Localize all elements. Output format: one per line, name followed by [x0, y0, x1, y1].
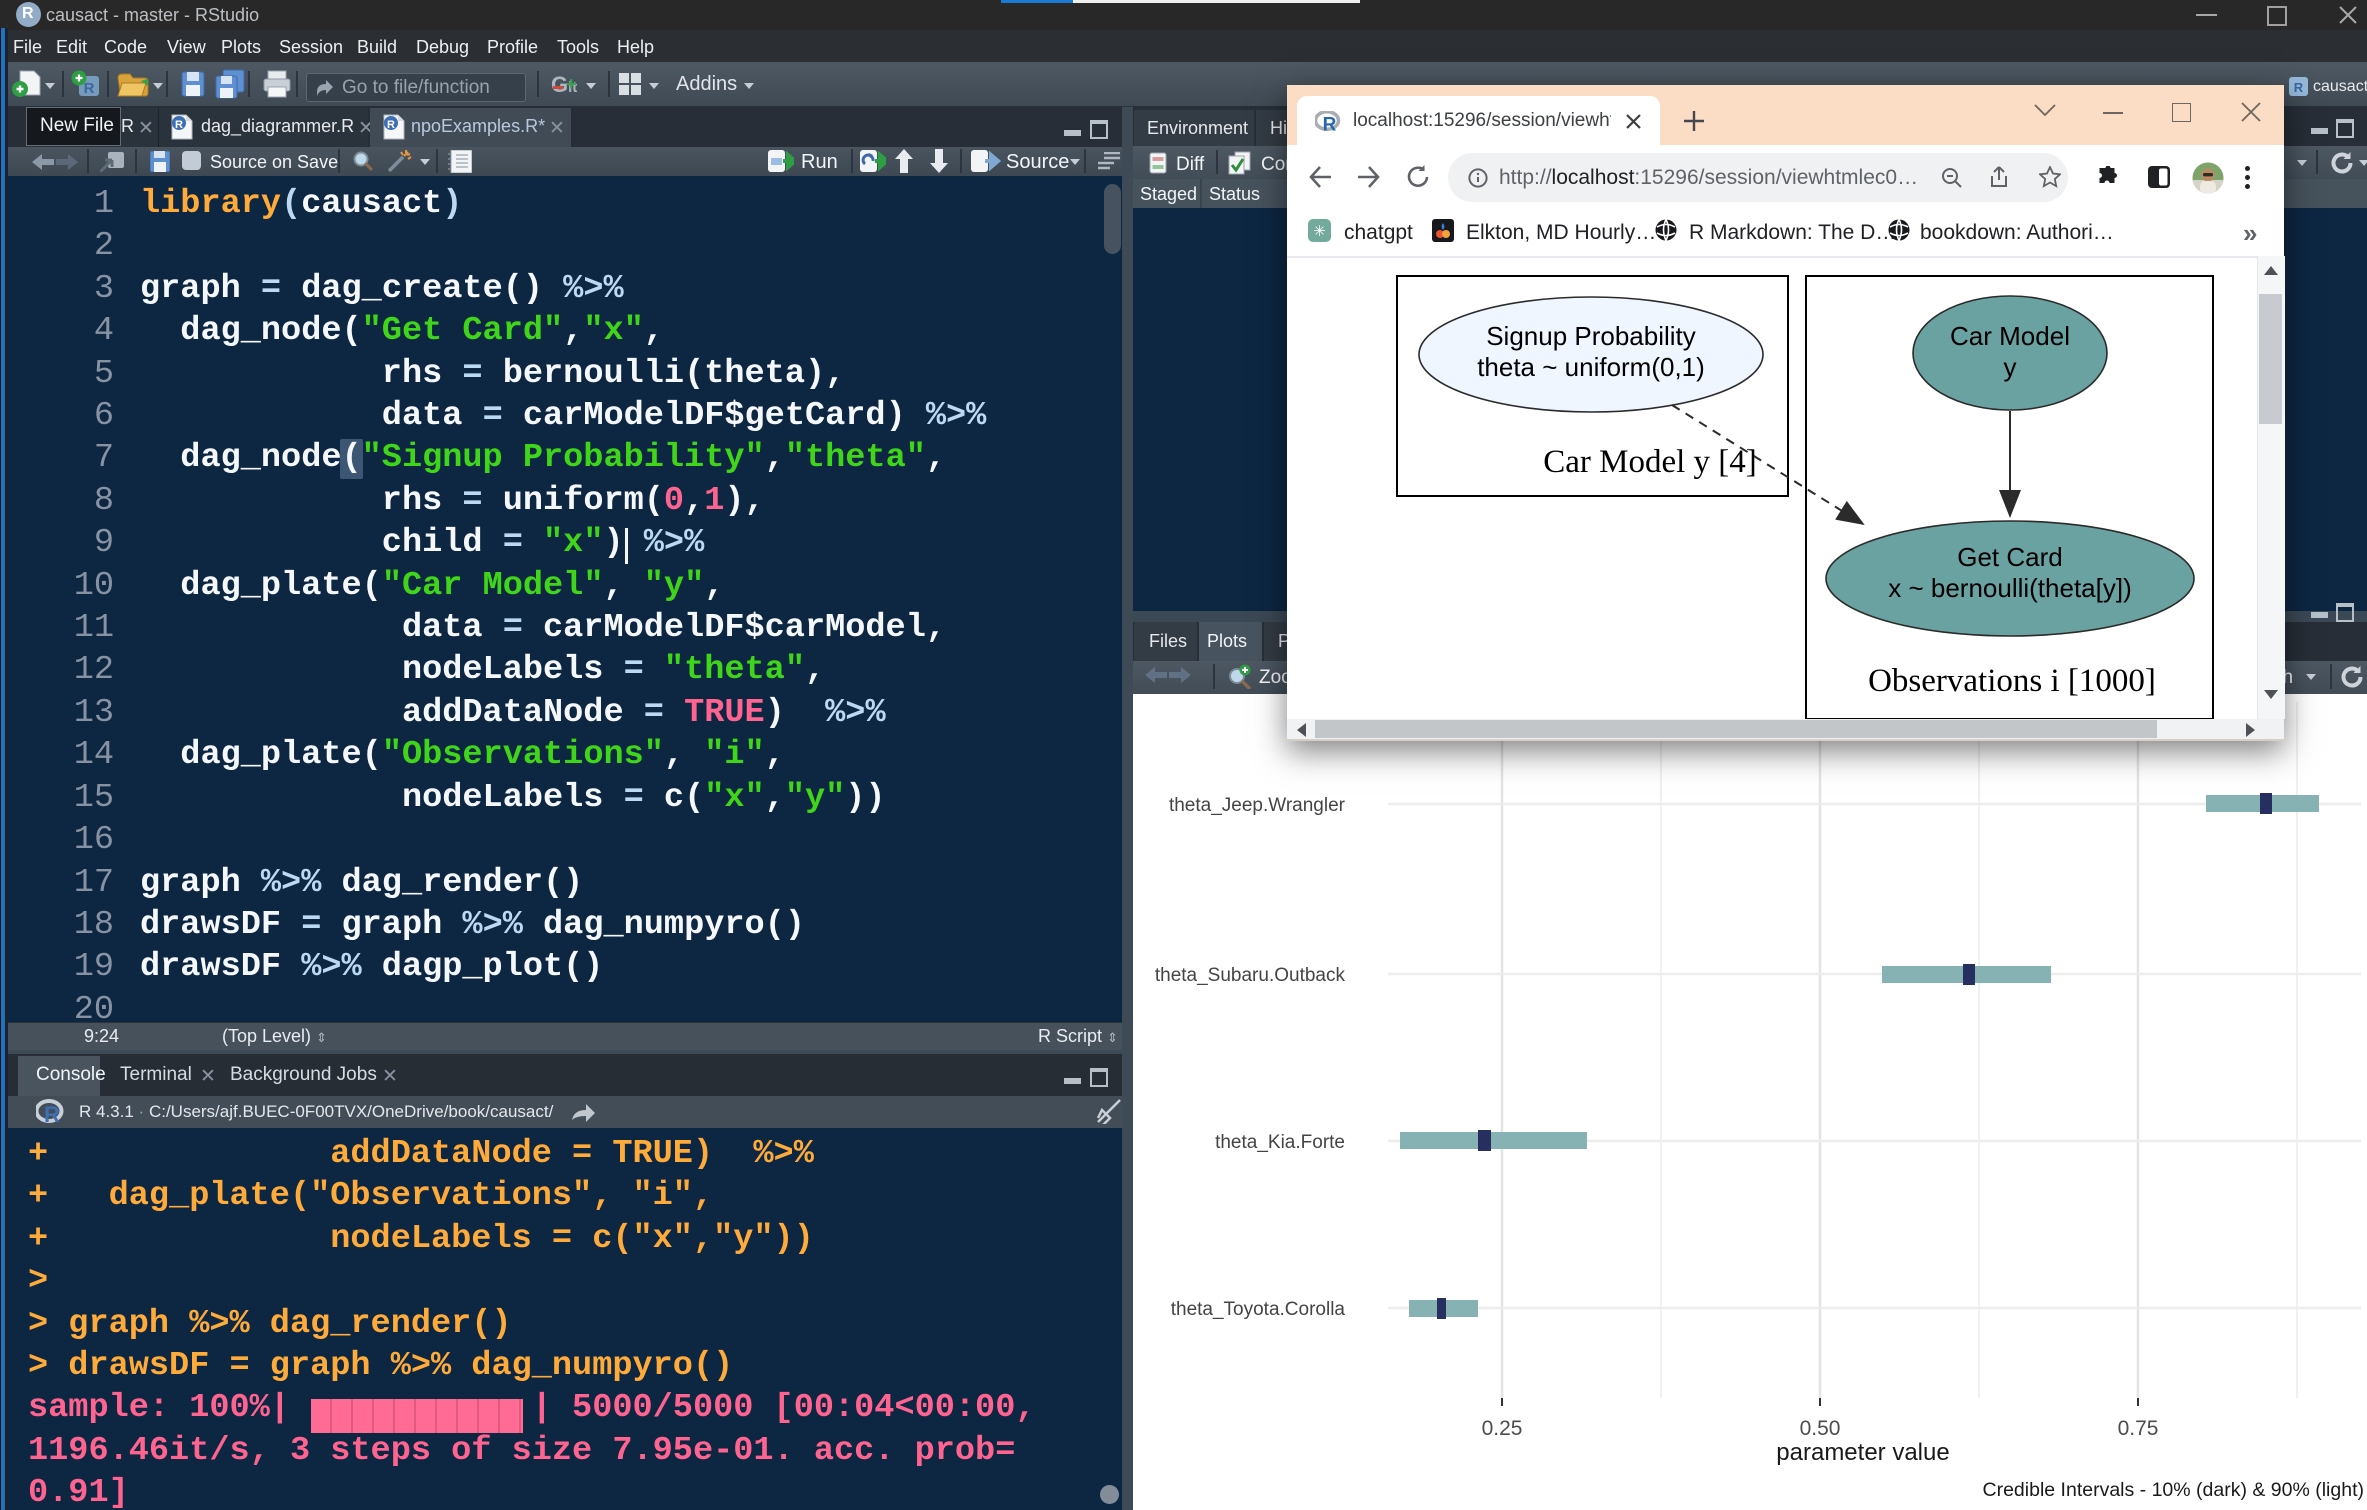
svg-text:✳: ✳: [1313, 223, 1326, 240]
svg-text:R: R: [387, 119, 395, 131]
svg-text:R: R: [84, 80, 95, 97]
svg-text:R: R: [175, 119, 183, 131]
svg-text:R: R: [2294, 80, 2304, 95]
svg-text:R: R: [44, 1102, 60, 1125]
svg-text:R: R: [1323, 115, 1337, 134]
